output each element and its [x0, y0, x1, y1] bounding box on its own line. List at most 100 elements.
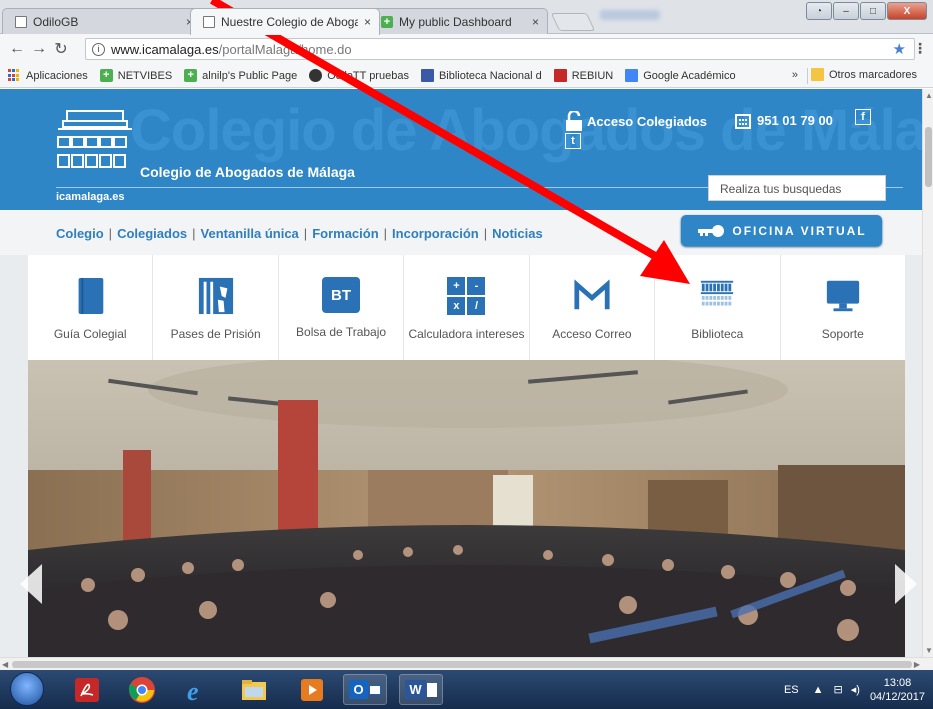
- word-icon: W: [405, 680, 437, 699]
- bookmark-scholar[interactable]: Google Académico: [625, 69, 736, 82]
- tab-close-icon[interactable]: ×: [532, 15, 539, 29]
- phone-number: 951 01 79 00: [735, 111, 833, 129]
- window-controls: ◔ – □ X: [806, 2, 927, 20]
- quicklink-biblioteca[interactable]: Biblioteca: [655, 255, 781, 360]
- scroll-right-icon[interactable]: ▶: [914, 660, 920, 669]
- vertical-scroll-thumb[interactable]: [925, 127, 932, 187]
- network-icon[interactable]: ⊟: [834, 683, 843, 696]
- tab-colegio-abogados[interactable]: Nuestre Colegio de Aboga ×: [190, 8, 380, 35]
- bookmarks-more-button[interactable]: »: [792, 69, 798, 81]
- bookmark-label: Aplicaciones: [26, 69, 88, 82]
- bookmark-alnilp[interactable]: + alnilp's Public Page: [184, 69, 297, 82]
- horizontal-scroll-thumb[interactable]: [12, 661, 912, 668]
- taskbar-word[interactable]: W: [399, 674, 443, 705]
- taskbar-chrome[interactable]: [120, 674, 164, 705]
- bt-icon-text: BT: [331, 286, 352, 304]
- show-hidden-icons-icon[interactable]: ▲: [813, 684, 824, 696]
- bookmark-other-folder[interactable]: Otros marcadores: [810, 68, 917, 81]
- internet-explorer-icon: e: [187, 677, 199, 704]
- calc-key: +: [447, 277, 466, 295]
- quicklink-calculadora[interactable]: + - x / Calculadora intereses: [404, 255, 530, 360]
- taskbar-acrobat[interactable]: [65, 674, 109, 705]
- quicklink-pases-prision[interactable]: Pases de Prisión: [153, 255, 279, 360]
- oficina-virtual-button[interactable]: OFICINA VIRTUAL: [681, 215, 882, 246]
- vertical-scrollbar[interactable]: ▲ ▼: [922, 89, 933, 657]
- nav-formacion[interactable]: Formación: [312, 226, 378, 241]
- scroll-left-icon[interactable]: ◀: [2, 660, 8, 669]
- system-tray: ES ▲ ⊟ ◂) 13:08 04/12/2017: [784, 670, 925, 709]
- nav-colegiados[interactable]: Colegiados: [117, 226, 187, 241]
- bookmark-aplicaciones[interactable]: Aplicaciones: [8, 69, 88, 82]
- site-title[interactable]: Colegio de Abogados de Málaga: [140, 164, 355, 180]
- nav-noticias[interactable]: Noticias: [492, 226, 543, 241]
- svg-text:e: e: [187, 677, 199, 704]
- bookmark-label: NETVIBES: [117, 69, 173, 82]
- bookmark-bne[interactable]: Biblioteca Nacional d: [420, 69, 542, 82]
- outlook-icon: O: [349, 680, 381, 699]
- quicklink-acceso-correo[interactable]: Acceso Correo: [530, 255, 656, 360]
- bookmark-star-icon[interactable]: ★: [893, 40, 906, 58]
- apps-icon: [8, 69, 21, 82]
- browser-menu-icon[interactable]: ⋮: [913, 40, 927, 57]
- site-search-input[interactable]: Realiza tus busquedas: [708, 175, 886, 201]
- tab-label: My public Dashboard: [399, 15, 512, 29]
- site-domain[interactable]: icamalaga.es: [56, 191, 125, 203]
- plus-icon: +: [381, 16, 393, 28]
- taskbar-internet-explorer[interactable]: e: [175, 674, 219, 705]
- taskbar-media-player[interactable]: [290, 674, 334, 705]
- quick-links: Guía Colegial Pases de Prisión BT Bolsa …: [28, 255, 905, 360]
- user-icon[interactable]: ◔: [806, 2, 832, 20]
- scroll-up-icon[interactable]: ▲: [925, 91, 933, 100]
- system-clock[interactable]: 13:08 04/12/2017: [870, 676, 925, 704]
- address-bar: ← → ↻ i www.icamalaga.es/portalMalaga/ho…: [0, 34, 933, 64]
- facebook-icon[interactable]: f: [855, 109, 871, 125]
- blurred-tab-title: [600, 10, 660, 20]
- new-tab-button[interactable]: [550, 13, 596, 31]
- quicklink-bolsa-trabajo[interactable]: BT Bolsa de Trabajo: [279, 255, 405, 360]
- nav-incorporacion[interactable]: Incorporación: [392, 226, 479, 241]
- url-input[interactable]: i www.icamalaga.es/portalMalaga/home.do …: [85, 38, 915, 60]
- start-button[interactable]: [10, 672, 44, 706]
- info-icon[interactable]: i: [92, 42, 105, 56]
- bookmark-odilott[interactable]: OdiloTT pruebas: [309, 69, 409, 82]
- outlook-icon-letter: O: [349, 680, 368, 699]
- page-viewport: Colegio de Abogados de Málaga Colegio de…: [0, 89, 922, 657]
- volume-icon[interactable]: ◂): [851, 683, 860, 696]
- scroll-down-icon[interactable]: ▼: [925, 646, 933, 655]
- tab-odilogb[interactable]: OdiloGB ×: [2, 8, 202, 35]
- minimize-button[interactable]: –: [833, 2, 859, 20]
- odilo-icon: [309, 69, 323, 82]
- taskbar-file-explorer[interactable]: [232, 674, 276, 705]
- nav-colegio[interactable]: Colegio: [56, 226, 104, 241]
- url-path: /portalMalaga/home.do: [218, 41, 352, 57]
- browser-tab-strip: OdiloGB × Nuestre Colegio de Aboga × + M…: [0, 0, 933, 35]
- nav-links: Colegio | Colegiados | Ventanilla única | Form…: [56, 226, 543, 241]
- phone-label: 951 01 79 00: [757, 112, 833, 128]
- tab-close-icon[interactable]: ×: [364, 15, 371, 29]
- bookmark-label: REBIUN: [571, 69, 614, 82]
- back-arrow-icon[interactable]: ←: [6, 40, 28, 58]
- maximize-button[interactable]: □: [860, 2, 886, 20]
- slider-next-arrow-icon[interactable]: [895, 564, 917, 604]
- bookmark-rebiun[interactable]: REBIUN: [553, 69, 614, 82]
- taskbar-outlook[interactable]: O: [343, 674, 387, 705]
- quicklink-soporte[interactable]: Soporte: [781, 255, 905, 360]
- reload-icon[interactable]: ↻: [50, 39, 72, 59]
- quicklink-label: Acceso Correo: [552, 327, 632, 341]
- bookmark-label: Biblioteca Nacional d: [438, 69, 542, 82]
- nav-ventanilla-unica[interactable]: Ventanilla única: [201, 226, 299, 241]
- language-indicator[interactable]: ES: [784, 684, 799, 696]
- twitter-icon[interactable]: t: [565, 133, 581, 149]
- quicklink-guia-colegial[interactable]: Guía Colegial: [28, 255, 154, 360]
- horizontal-scrollbar[interactable]: ◀ ▶: [0, 657, 933, 670]
- acceso-label: Acceso Colegiados: [587, 113, 707, 129]
- tab-dashboard[interactable]: + My public Dashboard ×: [368, 8, 548, 35]
- site-header: Colegio de Abogados de Málaga Colegio de…: [0, 89, 922, 210]
- phone-icon: [735, 114, 751, 129]
- close-window-button[interactable]: X: [887, 2, 927, 20]
- quicklink-label: Guía Colegial: [53, 327, 127, 341]
- url-host: www.icamalaga.es: [111, 41, 219, 57]
- forward-arrow-icon[interactable]: →: [28, 40, 50, 58]
- acceso-colegiados-link[interactable]: Acceso Colegiados: [565, 111, 707, 131]
- bookmark-netvibes[interactable]: + NETVIBES: [99, 69, 173, 82]
